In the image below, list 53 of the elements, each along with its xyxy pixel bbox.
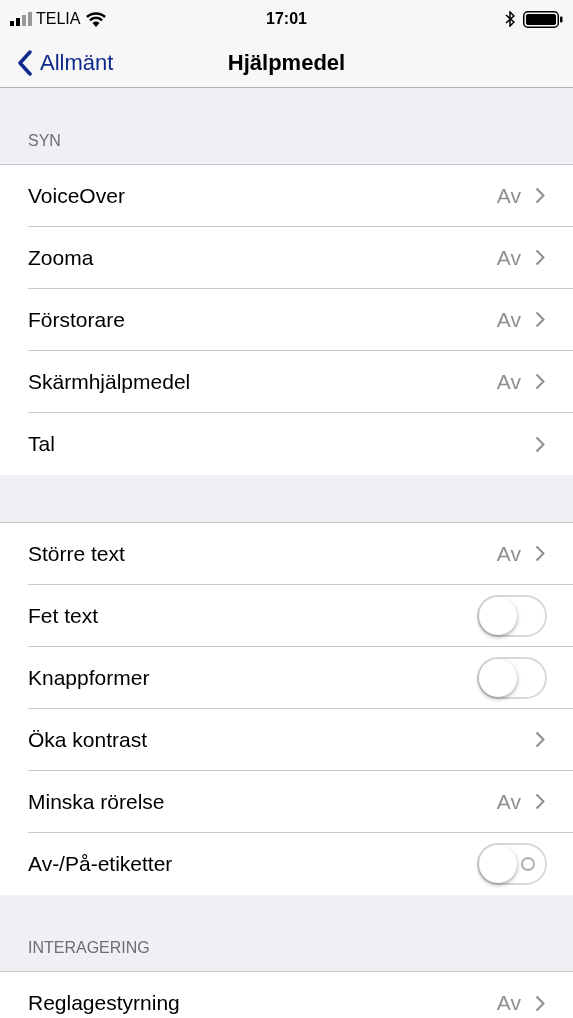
section-header: SYN	[28, 131, 61, 151]
settings-row[interactable]: Förstorare Av	[28, 289, 573, 351]
status-time: 17:01	[266, 9, 307, 29]
toggle-switch[interactable]	[477, 656, 547, 699]
section-header: INTERAGERING	[28, 938, 150, 958]
chevron-icon	[535, 373, 545, 390]
row-label: VoiceOver	[28, 182, 125, 209]
row-value: Av	[496, 306, 521, 333]
row-label: Större text	[28, 540, 125, 567]
row-value: Av	[496, 540, 521, 567]
signal-icon	[10, 12, 32, 26]
row-label: Knappformer	[28, 664, 150, 691]
row-label: Fet text	[28, 602, 99, 629]
wifi-icon	[86, 11, 107, 27]
back-chevron-icon	[18, 49, 32, 76]
toggle-switch[interactable]	[477, 843, 547, 885]
carrier-name: TELIA	[36, 9, 81, 29]
bluetooth-icon	[505, 11, 515, 27]
row-label: Förstorare	[28, 306, 125, 333]
chevron-icon	[535, 187, 545, 204]
chevron-icon	[535, 249, 545, 266]
settings-row[interactable]: Knappformer	[28, 647, 573, 709]
chevron-icon	[535, 545, 545, 562]
row-label: Reglagestyrning	[28, 990, 180, 1017]
settings-row[interactable]: Skärmhjälpmedel Av	[28, 351, 573, 413]
page-title: Hjälpmedel	[227, 49, 346, 77]
back-button[interactable]: Allmänt	[0, 46, 114, 79]
settings-row[interactable]: Större text Av	[28, 523, 573, 585]
chevron-icon	[535, 731, 545, 748]
settings-row[interactable]: Av-/På-etiketter	[28, 833, 573, 895]
toggle-switch[interactable]	[477, 594, 547, 637]
row-label: Skärmhjälpmedel	[28, 368, 191, 395]
settings-row[interactable]: Minska rörelse Av	[28, 771, 573, 833]
settings-row[interactable]: Tal	[28, 413, 573, 475]
row-label: Minska rörelse	[28, 788, 165, 815]
battery-icon	[523, 10, 563, 28]
settings-row[interactable]: Fet text	[28, 585, 573, 647]
row-value: Av	[496, 368, 521, 395]
row-value: Av	[496, 244, 521, 271]
row-label: Zooma	[28, 244, 94, 271]
chevron-icon	[535, 994, 545, 1012]
settings-row[interactable]: Zooma Av	[28, 227, 573, 289]
row-label: Tal	[28, 431, 55, 458]
row-label: Öka kontrast	[28, 726, 148, 753]
settings-row[interactable]: Öka kontrast	[28, 709, 573, 771]
chevron-icon	[535, 311, 545, 328]
row-value: Av	[496, 182, 521, 209]
row-value: Av	[496, 990, 521, 1017]
chevron-icon	[535, 793, 545, 810]
row-label: Av-/På-etiketter	[28, 851, 173, 878]
chevron-icon	[535, 435, 545, 453]
settings-row[interactable]: VoiceOver Av	[28, 165, 573, 227]
row-value: Av	[496, 788, 521, 815]
